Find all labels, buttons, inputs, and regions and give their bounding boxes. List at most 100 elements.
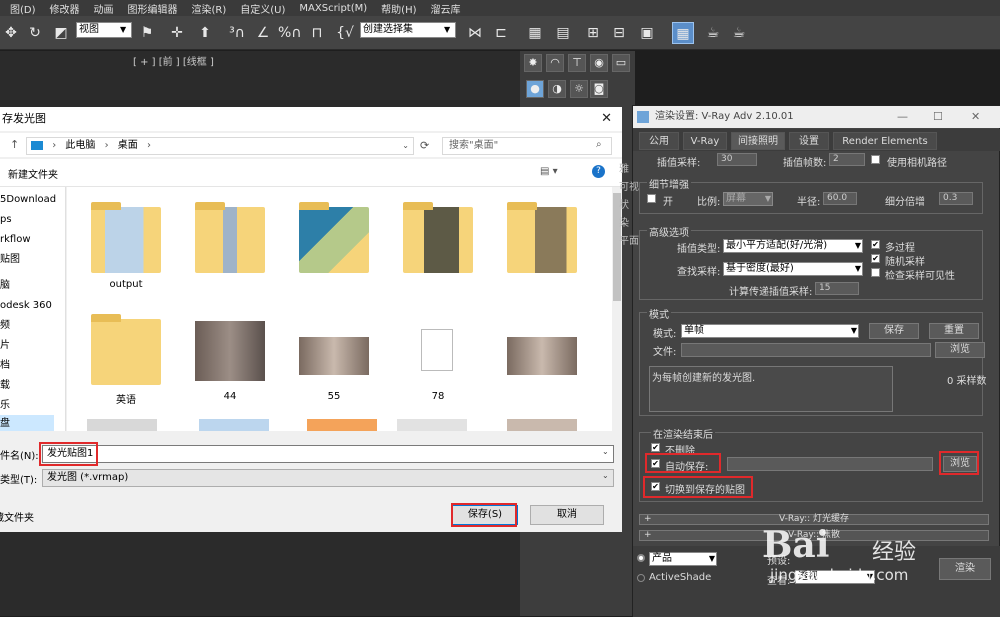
render-button[interactable]: 渲染 xyxy=(939,558,991,580)
address-box[interactable]: › 此电脑 › 桌面 › ⌄ xyxy=(26,137,414,155)
auto-save-path-input[interactable] xyxy=(727,457,933,471)
menu-item-rendering[interactable]: 渲染(R) xyxy=(186,1,235,16)
use-camera-path-checkbox[interactable] xyxy=(871,155,880,164)
refresh-icon[interactable]: ⟳ xyxy=(420,139,429,152)
activeshade-radio[interactable] xyxy=(637,574,645,582)
filename-input[interactable]: 发光贴图1 xyxy=(42,445,614,463)
nav-item[interactable]: 脑 xyxy=(0,277,10,295)
list-item[interactable]: 55 xyxy=(289,307,379,407)
scale-icon[interactable]: ◩ xyxy=(50,22,72,44)
minimize-icon[interactable]: — xyxy=(897,110,908,123)
close-icon[interactable]: ✕ xyxy=(971,110,980,123)
mode-reset-button[interactable]: 重置 xyxy=(929,323,979,339)
menu-item-maxscript[interactable]: MAXScript(M) xyxy=(293,3,375,14)
schematic-view-icon[interactable]: ⊟ xyxy=(608,22,630,44)
new-folder-button[interactable]: 新建文件夹 xyxy=(8,166,58,181)
interp-type-select[interactable]: 最小平方适配(好/光滑) ▼ xyxy=(723,239,863,253)
percent-snap-icon[interactable]: %∩ xyxy=(278,22,302,44)
display-tab-icon[interactable]: ▭ xyxy=(612,54,630,72)
subdiv-mult-input[interactable]: 0.3 xyxy=(939,192,973,205)
breadcrumb-desktop[interactable]: 桌面 xyxy=(118,140,138,151)
edit-named-selection-icon[interactable]: {√ xyxy=(334,22,356,44)
rendered-frame-icon[interactable]: ▦ xyxy=(672,22,694,44)
nav-item[interactable]: 片 xyxy=(0,337,10,355)
nav-item[interactable]: 贴图 xyxy=(0,251,20,269)
production-radio[interactable] xyxy=(637,554,645,562)
list-item[interactable]: 44 xyxy=(185,307,275,407)
filetype-select[interactable]: 发光图 (*.vrmap) xyxy=(42,469,614,487)
motion-tab-icon[interactable]: ◉ xyxy=(590,54,608,72)
list-item[interactable]: 78 xyxy=(393,307,483,407)
move-icon[interactable]: ✥ xyxy=(0,22,22,44)
help-icon[interactable]: ? xyxy=(592,165,605,178)
align-icon[interactable]: ⊏ xyxy=(490,22,512,44)
layer-manager-icon[interactable]: ▦ xyxy=(524,22,546,44)
interp-frames-input[interactable]: 2 xyxy=(829,153,865,166)
nav-item[interactable]: 5Download xyxy=(0,191,56,209)
file-path-input[interactable] xyxy=(681,343,931,357)
modify-tab-icon[interactable]: ◠ xyxy=(546,54,564,72)
material-editor-icon[interactable]: ▣ xyxy=(636,22,658,44)
close-icon[interactable]: ✕ xyxy=(601,111,612,126)
view-options-icon[interactable]: ▤ ▾ xyxy=(540,166,558,177)
mode-save-button[interactable]: 保存 xyxy=(869,323,919,339)
tab-vray[interactable]: V-Ray xyxy=(683,132,727,150)
up-arrow-icon[interactable]: ↑ xyxy=(10,138,19,151)
tab-settings[interactable]: 设置 xyxy=(789,132,829,150)
interp-samples-input[interactable]: 30 xyxy=(717,153,757,166)
ribbon-icon[interactable]: ▤ xyxy=(552,22,574,44)
cameras-icon[interactable]: ◙ xyxy=(590,80,608,98)
search-input[interactable]: 搜索"桌面" xyxy=(442,137,612,155)
rotate-icon[interactable]: ↻ xyxy=(24,22,46,44)
nav-item[interactable]: 载 xyxy=(0,377,10,395)
chevron-down-icon[interactable]: ⌄ xyxy=(602,447,609,456)
calc-interp-input[interactable]: 15 xyxy=(815,282,859,295)
spinner-snap-icon[interactable]: ⊓ xyxy=(306,22,328,44)
render-iterative-icon[interactable]: ☕ xyxy=(728,22,750,44)
select-manipulate-icon[interactable]: ✛ xyxy=(166,22,188,44)
menu-item-modifiers[interactable]: 修改器 xyxy=(44,1,88,16)
nav-item[interactable]: 乐 xyxy=(0,397,10,415)
list-item[interactable]: output xyxy=(81,195,171,295)
mirror-icon[interactable]: ⋈ xyxy=(464,22,486,44)
cancel-button[interactable]: 取消 xyxy=(530,505,604,525)
breadcrumb-this-pc[interactable]: 此电脑 xyxy=(65,140,95,151)
menu-item-help[interactable]: 帮助(H) xyxy=(375,1,424,16)
check-visibility-checkbox[interactable] xyxy=(871,268,880,277)
scale-select[interactable]: 屏幕 ▼ xyxy=(723,192,773,206)
menu-item-view[interactable]: 图(D) xyxy=(4,1,44,16)
nav-item[interactable]: ps xyxy=(0,211,12,229)
chevron-down-icon[interactable]: ⌄ xyxy=(402,138,409,154)
tab-render-elements[interactable]: Render Elements xyxy=(833,132,937,150)
named-selection-set-combo[interactable]: 创建选择集 ▼ xyxy=(360,22,456,38)
list-item[interactable] xyxy=(185,195,275,295)
shapes-icon[interactable]: ◑ xyxy=(548,80,566,98)
tab-indirect-illumination[interactable]: 间接照明 xyxy=(731,132,785,150)
menu-item-graph-editors[interactable]: 图形编辑器 xyxy=(122,1,186,16)
hierarchy-tab-icon[interactable]: ⊤ xyxy=(568,54,586,72)
no-delete-checkbox[interactable]: ✔ xyxy=(651,443,660,452)
nav-item[interactable]: odesk 360 xyxy=(0,297,52,315)
menu-item-animation[interactable]: 动画 xyxy=(88,1,122,16)
menu-item-cloud-library[interactable]: 溜云库 xyxy=(425,1,469,16)
reference-coordinate-combo[interactable]: 视图 ▼ xyxy=(76,22,132,38)
lookup-select[interactable]: 基于密度(最好) ▼ xyxy=(723,262,863,276)
menu-item-customize[interactable]: 自定义(U) xyxy=(234,1,293,16)
angle-snap-icon[interactable]: ∠ xyxy=(252,22,274,44)
nav-item[interactable]: rkflow xyxy=(0,231,31,249)
list-item[interactable] xyxy=(289,195,379,295)
file-browse-button[interactable]: 浏览 xyxy=(935,342,985,358)
mode-select[interactable]: 单帧 ▼ xyxy=(681,324,859,338)
list-item[interactable]: 英语 xyxy=(81,307,171,407)
maximize-icon[interactable]: ☐ xyxy=(933,110,943,123)
tab-common[interactable]: 公用 xyxy=(639,132,679,150)
product-select[interactable]: 产品 ▼ xyxy=(649,552,717,566)
radius-input[interactable]: 60.0 xyxy=(823,192,857,205)
lights-icon[interactable]: ☼ xyxy=(570,80,588,98)
create-tab-icon[interactable]: ✸ xyxy=(524,54,542,72)
viewport-label[interactable]: [ + ] [前 ] [线框 ] xyxy=(133,53,214,68)
chevron-down-icon[interactable]: ⌄ xyxy=(602,471,609,480)
nav-item[interactable]: 频 xyxy=(0,317,10,335)
pivot-icon[interactable]: ⚑ xyxy=(136,22,158,44)
snap-3-icon[interactable]: ³∩ xyxy=(226,22,248,44)
